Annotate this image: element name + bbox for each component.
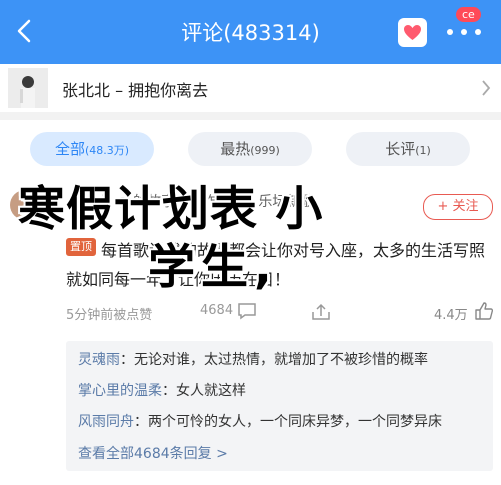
comment-icon: [238, 303, 256, 320]
reply-text: 两个可怜的女人，一个同床异梦，一个同梦异床: [148, 414, 442, 430]
more-options-icon[interactable]: [446, 28, 482, 36]
tab-all-count: (48.3万): [84, 144, 130, 157]
view-all-replies-link[interactable]: 查看全部4684条回复 >: [78, 443, 228, 463]
follow-button[interactable]: + 关注: [423, 194, 493, 220]
like-count: 4.4万: [434, 308, 468, 323]
reply-author[interactable]: 灵魂雨: [78, 352, 120, 368]
thumbs-up-icon[interactable]: [474, 301, 494, 321]
pinned-badge: 置顶: [66, 238, 96, 256]
reply-text: 无论对谁，太过热情，就增加了不被珍惜的概率: [134, 352, 428, 368]
tab-hot[interactable]: 最热(999): [188, 132, 312, 166]
album-cover-image: [8, 68, 48, 108]
reply-count: 4684: [200, 303, 234, 318]
reply-author[interactable]: 掌心里的温柔: [78, 383, 162, 399]
song-info-row[interactable]: 张北北 – 拥抱你离去: [0, 64, 501, 112]
song-title: 张北北 – 拥抱你离去: [62, 81, 209, 100]
overlay-caption-line1: 寒假计划表 小: [18, 182, 324, 237]
tab-hot-label: 最热: [220, 140, 251, 158]
share-icon[interactable]: [310, 302, 332, 322]
chevron-right-icon: [482, 80, 491, 96]
comment-time: 5分钟前被点赞: [66, 308, 153, 323]
album-cover: [8, 68, 48, 108]
top-bar: 评论(483314) ce: [0, 0, 501, 64]
reply-button[interactable]: 4684: [197, 302, 287, 322]
favorite-button[interactable]: [398, 18, 427, 47]
tab-all-label: 全部: [54, 140, 85, 158]
view-all-label: 查看全部4684条回复: [78, 446, 212, 462]
tab-long-label: 长评: [385, 140, 416, 158]
section-divider: [0, 112, 501, 120]
reply-preview-box[interactable]: 灵魂雨：无论对谁，太过热情，就增加了不被珍惜的概率 掌心里的温柔：女人就这样 风…: [66, 341, 493, 471]
tab-long[interactable]: 长评(1): [346, 132, 470, 166]
reply-author[interactable]: 风雨同舟: [78, 414, 134, 430]
tab-long-count: (1): [415, 144, 431, 157]
reply-item[interactable]: 掌心里的温柔：女人就这样: [78, 380, 483, 400]
reply-item[interactable]: 灵魂雨：无论对谁，太过热情，就增加了不被珍惜的概率: [78, 349, 483, 369]
comment-text: 每首歌讲述的故事都会让你对号入座，太多的生活写照就如同每一年，让你历历在目！: [66, 241, 486, 289]
reply-item[interactable]: 风雨同舟：两个可怜的女人，一个同床异梦，一个同梦异床: [78, 411, 483, 431]
tab-hot-count: (999): [250, 144, 280, 157]
tab-all[interactable]: 全部(48.3万): [30, 132, 154, 166]
reply-text: 女人就这样: [176, 383, 246, 399]
hot-badge: ce: [456, 7, 481, 22]
heart-icon: [404, 25, 421, 40]
overlay-caption-line2: 学生,: [148, 240, 278, 295]
